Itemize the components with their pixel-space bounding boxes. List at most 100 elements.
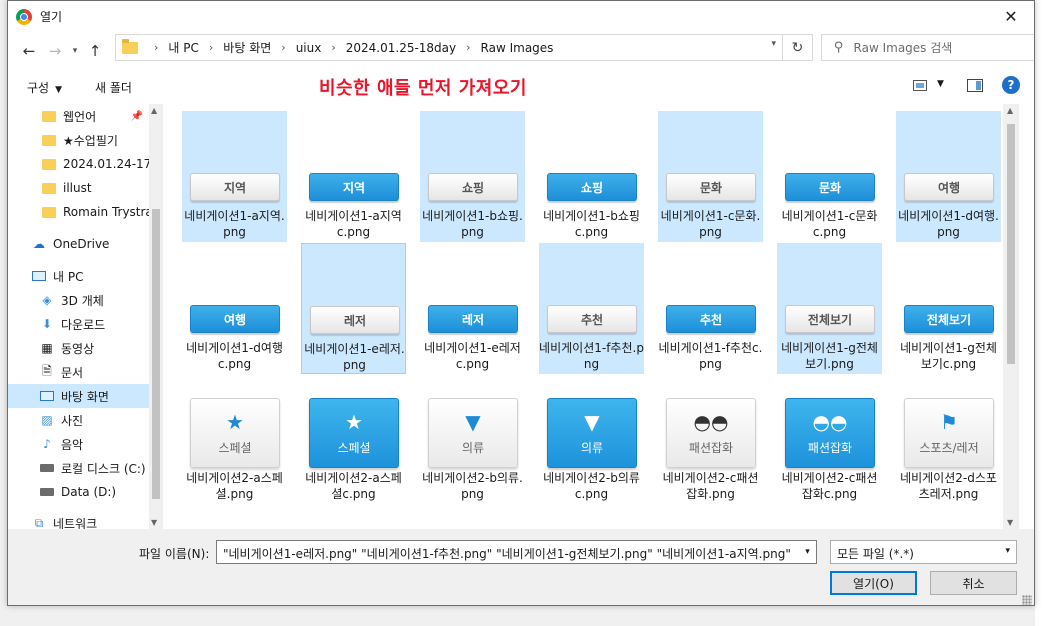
nav-item-label: 내 PC — [53, 269, 84, 284]
nav-item-class-notes[interactable]: ★수업필기 — [8, 128, 149, 152]
filetype-select[interactable]: 모든 파일 (*.*) ▾ — [830, 540, 1017, 564]
up-arrow-icon[interactable]: ↑ — [82, 42, 108, 60]
file-tile[interactable]: ★ 스페셜 네비게이션2-a스페셜.png — [182, 392, 287, 523]
nav-item-day17-folder[interactable]: 2024.01.24-17c — [8, 152, 149, 176]
chevron-right-icon[interactable]: › — [154, 41, 158, 54]
nav-item-downloads[interactable]: ⬇ 다운로드 — [8, 312, 149, 336]
chevron-right-icon[interactable]: › — [466, 41, 470, 54]
nav-item-pictures[interactable]: ▨ 사진 — [8, 408, 149, 432]
download-icon: ⬇ — [41, 317, 53, 331]
cancel-button[interactable]: 취소 — [930, 571, 1017, 595]
file-name: 네비게이션1-c문화.png — [660, 209, 761, 239]
nav-item-my-pc[interactable]: 내 PC — [8, 264, 149, 288]
recent-locations-chevron-icon[interactable]: ▾ — [68, 46, 82, 56]
file-name: 네비게이션1-f추천c.png — [658, 341, 763, 371]
nav-item-illust[interactable]: illust — [8, 176, 149, 200]
file-tile[interactable]: 여행 네비게이션1-d여행c.png — [182, 243, 287, 374]
file-tile[interactable]: 지역 네비게이션1-a지역c.png — [301, 111, 406, 242]
tshirt-icon: ▼ — [465, 409, 481, 434]
file-name: 네비게이션1-d여행.png — [898, 209, 999, 239]
file-tile[interactable]: 여행 네비게이션1-d여행.png — [896, 111, 1001, 242]
sunglasses-icon: ◓◓ — [693, 409, 729, 434]
toolbar: 구성 ▼ 새 폴더 비슷한 애들 먼저 가져오기 ▼ ? — [8, 70, 1034, 104]
address-dropdown-icon[interactable]: ▾ — [771, 39, 776, 49]
search-input[interactable]: ⚲ Raw Images 검색 — [821, 34, 1034, 61]
file-tile[interactable]: ★ 스페셜 네비게이션2-a스페셜c.png — [301, 392, 406, 523]
scroll-down-icon[interactable]: ▼ — [151, 518, 157, 527]
nav-item-web-lang[interactable]: 웹언어 📌 — [8, 104, 149, 128]
file-thumbnail: 레저 — [428, 305, 518, 333]
file-thumbnail: 쇼핑 — [428, 173, 518, 201]
nav-item-local-disk-c[interactable]: 로컬 디스크 (C:) — [8, 456, 149, 480]
help-icon[interactable]: ? — [1002, 76, 1020, 94]
file-tile[interactable]: 전체보기 네비게이션1-g전체보기c.png — [896, 243, 1001, 374]
thumbnail-text: 스페셜 — [218, 440, 252, 455]
file-tile[interactable]: ◓◓ 패션잡화 네비게이션2-c패션잡화.png — [658, 392, 763, 523]
chevron-right-icon[interactable]: › — [281, 41, 285, 54]
thumbnail-text: 스페셜 — [337, 440, 371, 455]
file-list: 지역 네비게이션1-a지역.png 지역 네비게이션1-a지역c.png 쇼핑 … — [163, 104, 1019, 529]
file-tile[interactable]: 문화 네비게이션1-c문화.png — [658, 111, 763, 242]
file-tile[interactable]: ▼ 의류 네비게이션2-b의류c.png — [539, 392, 644, 523]
view-mode-icon[interactable] — [913, 80, 927, 91]
preview-pane-icon[interactable] — [967, 79, 983, 92]
nav-item-music[interactable]: ♪ 음악 — [8, 432, 149, 456]
file-tile[interactable]: ◓◓ 패션잡화 네비게이션2-c패션잡화c.png — [777, 392, 882, 523]
file-tile[interactable]: 레저 네비게이션1-e레저c.png — [420, 243, 525, 374]
file-tile[interactable]: ▼ 의류 네비게이션2-b의류.png — [420, 392, 525, 523]
address-row: ← → ▾ ↑ › 내 PC › 바탕 화면 › uiux › 2024.01.… — [8, 32, 1034, 70]
file-tile[interactable]: 레저 네비게이션1-e레저.png — [301, 243, 406, 374]
filename-input[interactable]: "네비게이션1-e레저.png" "네비게이션1-f추천.png" "네비게이션… — [216, 540, 817, 564]
open-button[interactable]: 열기(O) — [830, 571, 917, 595]
chevron-right-icon[interactable]: › — [331, 41, 335, 54]
search-icon: ⚲ — [834, 40, 844, 55]
nav-item-label: 바탕 화면 — [61, 389, 109, 404]
nav-item-desktop[interactable]: 바탕 화면 — [8, 384, 149, 408]
nav-item-data-d[interactable]: Data (D:) — [8, 480, 149, 504]
content-scrollbar[interactable]: ▲ ▼ — [1003, 104, 1019, 529]
refresh-icon[interactable]: ↻ — [782, 35, 812, 60]
file-name: 네비게이션1-a지역c.png — [305, 209, 402, 239]
nav-item-label: Data (D:) — [61, 485, 117, 499]
resize-grip-icon[interactable] — [1022, 595, 1032, 605]
address-bar[interactable]: › 내 PC › 바탕 화면 › uiux › 2024.01.25-18day… — [115, 34, 813, 61]
organize-button[interactable]: 구성 ▼ — [27, 79, 62, 96]
breadcrumb-pc[interactable]: 내 PC — [168, 39, 198, 56]
breadcrumb-uiux[interactable]: uiux — [296, 41, 322, 55]
view-mode-chevron-icon[interactable]: ▼ — [937, 79, 944, 89]
file-tile[interactable]: 지역 네비게이션1-a지역.png — [182, 111, 287, 242]
back-arrow-icon[interactable]: ← — [16, 42, 42, 60]
scroll-up-icon[interactable]: ▲ — [1007, 106, 1013, 115]
breadcrumb-raw-images[interactable]: Raw Images — [481, 41, 554, 55]
new-folder-button[interactable]: 새 폴더 — [95, 79, 132, 96]
breadcrumb-desktop[interactable]: 바탕 화면 — [223, 39, 271, 56]
nav-scroll-thumb[interactable] — [152, 209, 160, 499]
file-name: 네비게이션2-c패션잡화.png — [662, 471, 759, 501]
scroll-down-icon[interactable]: ▼ — [1007, 518, 1013, 527]
nav-item-3d-objects[interactable]: ◈ 3D 개체 — [8, 288, 149, 312]
nav-item-videos[interactable]: ▦ 동영상 — [8, 336, 149, 360]
file-tile[interactable]: 쇼핑 네비게이션1-b쇼핑.png — [420, 111, 525, 242]
chevron-right-icon[interactable]: › — [209, 41, 213, 54]
content-scroll-thumb[interactable] — [1007, 124, 1015, 364]
nav-item-onedrive[interactable]: ☁ OneDrive — [8, 232, 149, 256]
forward-arrow-icon[interactable]: → — [42, 42, 68, 60]
nav-scrollbar[interactable]: ▲ ▼ — [149, 104, 163, 529]
scroll-up-icon[interactable]: ▲ — [151, 106, 157, 115]
nav-item-documents[interactable]: 🗎 문서 — [8, 360, 149, 384]
file-tile[interactable]: 쇼핑 네비게이션1-b쇼핑c.png — [539, 111, 644, 242]
thumbnail-text: 스포츠/레저 — [919, 440, 979, 455]
breadcrumb-day-folder[interactable]: 2024.01.25-18day — [346, 41, 456, 55]
file-tile[interactable]: 추천 네비게이션1-f추천.png — [539, 243, 644, 374]
filename-dropdown-icon[interactable]: ▾ — [799, 540, 817, 564]
file-tile[interactable]: 문화 네비게이션1-c문화c.png — [777, 111, 882, 242]
file-tile[interactable]: ⚑ 스포츠/레저 네비게이션2-d스포츠레저.png — [896, 392, 1001, 523]
organize-label: 구성 — [27, 81, 50, 95]
file-tile[interactable]: 추천 네비게이션1-f추천c.png — [658, 243, 763, 374]
nav-item-romain[interactable]: Romain Trystran — [8, 200, 149, 224]
file-thumbnail: 여행 — [190, 305, 280, 333]
nav-item-label: illust — [63, 181, 92, 195]
music-icon: ♪ — [43, 437, 51, 451]
file-tile[interactable]: 전체보기 네비게이션1-g전체보기.png — [777, 243, 882, 374]
close-button[interactable]: ✕ — [988, 1, 1034, 32]
